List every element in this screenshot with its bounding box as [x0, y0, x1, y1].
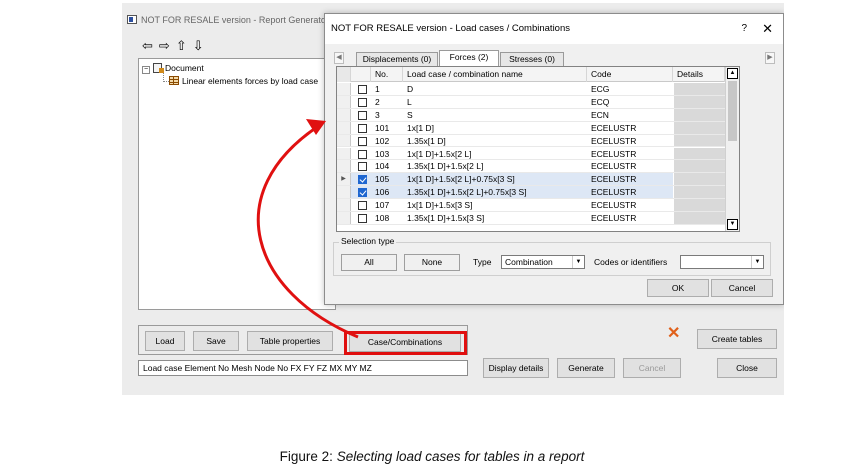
arrow-curve	[256, 123, 359, 339]
caption-text: Selecting load cases for tables in a rep…	[336, 449, 585, 464]
annotation-arrow	[256, 119, 359, 339]
screenshot: NOT FOR RESALE version - Report Generato…	[122, 3, 784, 395]
caption-prefix: Figure 2:	[279, 449, 337, 464]
figure-caption: Figure 2: Selecting load cases for table…	[0, 449, 864, 464]
